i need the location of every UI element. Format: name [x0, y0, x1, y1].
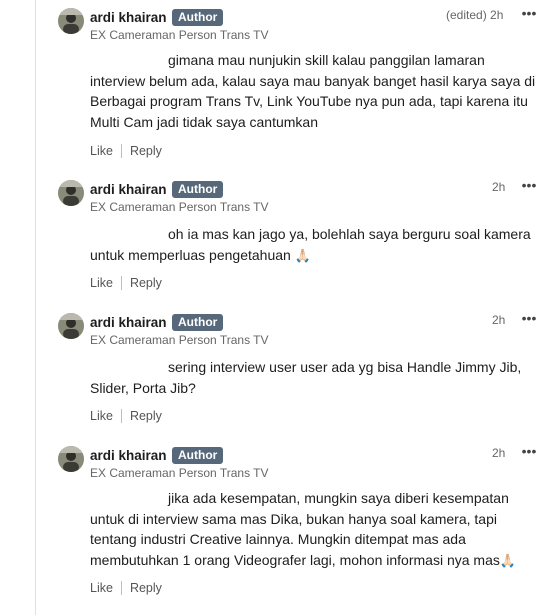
- author-name[interactable]: ardi khairan: [90, 182, 167, 197]
- author-name[interactable]: ardi khairan: [90, 315, 167, 330]
- more-options-icon[interactable]: •••: [518, 440, 540, 462]
- like-button[interactable]: Like: [90, 276, 113, 290]
- author-subtitle: EX Cameraman Person Trans TV: [90, 333, 269, 347]
- like-button[interactable]: Like: [90, 581, 113, 595]
- author-name[interactable]: ardi khairan: [90, 10, 167, 25]
- author-subtitle: EX Cameraman Person Trans TV: [90, 466, 269, 480]
- comment-actions: Like Reply: [90, 581, 162, 595]
- author-badge: Author: [172, 447, 224, 464]
- divider: [120, 276, 122, 290]
- author-subtitle: EX Cameraman Person Trans TV: [90, 28, 269, 42]
- avatar[interactable]: [58, 446, 84, 472]
- more-options-icon[interactable]: •••: [518, 2, 540, 24]
- folded-hands-emoji: 🙏🏻: [294, 247, 311, 263]
- reply-button[interactable]: Reply: [130, 144, 162, 158]
- comment-time: 2h: [492, 313, 506, 327]
- folded-hands-emoji: 🙏🏻: [499, 552, 517, 568]
- divider: [120, 581, 122, 595]
- comment-text-content: gimana mau nunjukin skill kalau panggila…: [90, 52, 536, 130]
- author-badge: Author: [172, 9, 224, 26]
- like-button[interactable]: Like: [90, 409, 113, 423]
- comment-item: ardi khairan Author EX Cameraman Person …: [36, 0, 556, 170]
- avatar[interactable]: [58, 313, 84, 339]
- reply-button[interactable]: Reply: [130, 409, 162, 423]
- left-thread-rail: [0, 0, 36, 615]
- comment-text: oh ia mas kan jago ya, bolehlah saya ber…: [90, 224, 540, 266]
- comment-item: ardi khairan Author EX Cameraman Person …: [36, 438, 556, 608]
- author-name[interactable]: ardi khairan: [90, 448, 167, 463]
- author-badge: Author: [172, 314, 224, 331]
- divider: [120, 144, 122, 158]
- more-options-icon[interactable]: •••: [518, 174, 540, 196]
- comment-actions: Like Reply: [90, 409, 162, 423]
- comment-item: ardi khairan Author EX Cameraman Person …: [36, 172, 556, 302]
- comment-text: sering interview user user ada yg bisa H…: [90, 357, 540, 398]
- comment-item: ardi khairan Author EX Cameraman Person …: [36, 305, 556, 435]
- author-badge: Author: [172, 181, 224, 198]
- author-subtitle: EX Cameraman Person Trans TV: [90, 200, 269, 214]
- divider: [120, 409, 122, 423]
- comment-text: jika ada kesempatan, mungkin saya diberi…: [90, 488, 540, 571]
- comment-time: (edited) 2h: [446, 8, 504, 22]
- more-options-icon[interactable]: •••: [518, 307, 540, 329]
- comment-text-content: jika ada kesempatan, mungkin saya diberi…: [90, 490, 509, 568]
- comment-time: 2h: [492, 446, 506, 460]
- comment-actions: Like Reply: [90, 144, 162, 158]
- comment-text: gimana mau nunjukin skill kalau panggila…: [90, 50, 540, 132]
- avatar[interactable]: [58, 8, 84, 34]
- reply-button[interactable]: Reply: [130, 581, 162, 595]
- comment-actions: Like Reply: [90, 276, 162, 290]
- avatar[interactable]: [58, 180, 84, 206]
- like-button[interactable]: Like: [90, 144, 113, 158]
- comment-text-content: sering interview user user ada yg bisa H…: [90, 359, 522, 396]
- reply-button[interactable]: Reply: [130, 276, 162, 290]
- comment-time: 2h: [492, 180, 506, 194]
